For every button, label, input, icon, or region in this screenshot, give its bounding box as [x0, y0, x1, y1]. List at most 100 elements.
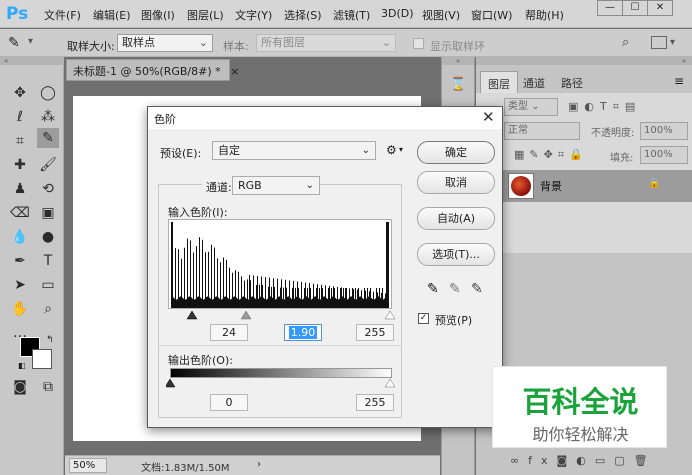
lock-icons[interactable]: ▦✎✥⌗🔒 — [514, 148, 588, 162]
collapse-icon[interactable]: « — [0, 57, 64, 65]
histogram-bar — [177, 299, 178, 308]
kind-filter-select[interactable]: 类型 ⌄ — [504, 98, 558, 116]
healing-brush-icon[interactable]: ✚ — [9, 155, 31, 175]
input-black-slider[interactable] — [186, 310, 198, 320]
menu-layer[interactable]: 图层(L) — [187, 7, 224, 23]
lasso-icon[interactable]: ℓ — [9, 107, 31, 127]
input-black-field[interactable]: 24 — [210, 324, 248, 341]
histogram-bar — [280, 287, 281, 308]
history-panel-icon[interactable]: ⌛ — [450, 77, 466, 92]
channel-select[interactable]: RGB ⌄ — [232, 176, 320, 195]
tab-channels[interactable]: 通道 — [516, 71, 552, 93]
histogram-bar — [174, 298, 175, 308]
sample-size-select[interactable]: 取样点 ⌄ — [117, 34, 213, 52]
type-tool-icon[interactable]: T — [37, 251, 59, 271]
blend-mode-select[interactable]: 正常 — [504, 122, 580, 140]
show-ring-checkbox[interactable] — [413, 38, 424, 49]
eyedropper-icon[interactable]: ✎ — [8, 35, 20, 51]
preset-options-icon[interactable]: ⚙ — [386, 143, 397, 157]
default-colors-icon[interactable]: ◧ — [18, 361, 26, 370]
crop-icon[interactable]: ⌗ — [9, 131, 31, 151]
gradient-icon[interactable]: ▣ — [37, 203, 59, 223]
histogram-bar — [219, 298, 220, 308]
chevron-down-icon[interactable]: ▾ — [399, 145, 403, 154]
pen-icon[interactable]: ✒ — [9, 251, 31, 271]
input-gamma-field[interactable]: 1.90 — [284, 324, 322, 341]
maximize-button[interactable]: ☐ — [622, 0, 648, 16]
ellipse-marquee-icon[interactable]: ◯ — [37, 83, 59, 103]
chevron-down-icon[interactable]: ▾ — [28, 36, 33, 47]
input-sliders[interactable] — [166, 309, 398, 321]
workspace-icon[interactable] — [651, 36, 667, 49]
histogram-bar — [185, 299, 186, 308]
zoom-icon[interactable]: ⌕ — [37, 299, 59, 319]
layers-footer-icons[interactable]: ∞fx◙◐▭▢🗑 — [500, 450, 692, 472]
output-white-slider[interactable] — [384, 378, 396, 388]
chevron-down-icon[interactable]: ▾ — [670, 37, 675, 48]
blur-icon[interactable]: 💧 — [9, 227, 31, 247]
menu-file[interactable]: 文件(F) — [44, 7, 81, 23]
collapse-icon[interactable]: » — [476, 57, 692, 65]
eyedropper-tool-icon[interactable]: ✎ — [37, 128, 59, 148]
brush-icon[interactable]: 🖌 — [37, 155, 59, 175]
tab-layers[interactable]: 图层 — [480, 71, 518, 93]
hand-icon[interactable]: ✋ — [9, 299, 31, 319]
histogram-bar — [302, 299, 303, 308]
minimize-button[interactable]: — — [597, 0, 623, 16]
histogram-bar — [291, 298, 292, 308]
close-window-button[interactable]: ✕ — [647, 0, 673, 16]
menu-edit[interactable]: 编辑(E) — [93, 7, 131, 23]
menu-filter[interactable]: 滤镜(T) — [333, 7, 370, 23]
black-eyedropper-icon[interactable]: ✎ — [427, 281, 439, 297]
tab-paths[interactable]: 路径 — [554, 71, 590, 93]
opacity-field[interactable]: 100% — [640, 122, 688, 140]
document-tab[interactable]: 未标题-1 @ 50%(RGB/8#) * × — [66, 59, 239, 81]
histogram-bar — [333, 286, 334, 308]
output-black-field[interactable]: 0 — [210, 394, 248, 411]
output-white-field[interactable]: 255 — [356, 394, 394, 411]
menu-view[interactable]: 视图(V) — [422, 7, 460, 23]
output-sliders[interactable] — [166, 377, 398, 389]
options-button[interactable]: 选项(T)... — [417, 243, 495, 266]
move-tool-icon[interactable]: ✥ — [9, 83, 31, 103]
screen-mode-icon[interactable]: ⧉ — [37, 377, 59, 397]
output-black-slider[interactable] — [166, 378, 176, 388]
menu-3d[interactable]: 3D(D) — [381, 7, 414, 20]
preset-select[interactable]: 自定 ⌄ — [212, 141, 376, 160]
zoom-field[interactable]: 50% — [69, 458, 107, 473]
quick-mask-icon[interactable]: ◙ — [9, 377, 31, 397]
sample-select[interactable]: 所有图层 ⌄ — [256, 34, 396, 52]
rectangle-icon[interactable]: ▭ — [37, 275, 59, 295]
fill-field[interactable]: 100% — [640, 146, 688, 164]
histogram-bar — [218, 297, 219, 308]
background-color-swatch[interactable] — [32, 349, 52, 369]
stamp-icon[interactable]: ♟ — [9, 179, 31, 199]
chevron-right-icon[interactable]: › — [257, 459, 261, 470]
eraser-icon[interactable]: ⌫ — [9, 203, 31, 223]
history-brush-icon[interactable]: ⟲ — [37, 179, 59, 199]
input-gamma-slider[interactable] — [240, 310, 252, 320]
panel-menu-icon[interactable]: ≡ — [674, 74, 684, 88]
white-eyedropper-icon[interactable]: ✎ — [471, 281, 483, 297]
input-white-field[interactable]: 255 — [356, 324, 394, 341]
menu-help[interactable]: 帮助(H) — [525, 7, 564, 23]
filter-icons[interactable]: ▣◐T⌗▤ — [568, 100, 641, 114]
close-icon[interactable]: ✕ — [482, 108, 495, 126]
auto-button[interactable]: 自动(A) — [417, 207, 495, 230]
close-icon[interactable]: × — [230, 65, 239, 78]
input-white-slider[interactable] — [384, 310, 396, 320]
search-icon[interactable]: ⌕ — [622, 35, 629, 50]
menu-window[interactable]: 窗口(W) — [471, 7, 512, 23]
gray-eyedropper-icon[interactable]: ✎ — [449, 281, 461, 297]
magic-wand-icon[interactable]: ⁂ — [37, 107, 59, 127]
preview-checkbox[interactable]: ✓ — [418, 313, 429, 324]
menu-type[interactable]: 文字(Y) — [235, 7, 272, 23]
cancel-button[interactable]: 取消 — [417, 171, 495, 194]
dodge-icon[interactable]: ● — [37, 227, 59, 247]
ok-button[interactable]: 确定 — [417, 141, 495, 164]
collapse-icon[interactable]: « — [442, 57, 474, 65]
path-select-icon[interactable]: ➤ — [9, 275, 31, 295]
menu-image[interactable]: 图像(I) — [141, 7, 175, 23]
swap-colors-icon[interactable]: ↰ — [46, 335, 54, 345]
menu-select[interactable]: 选择(S) — [284, 7, 322, 23]
